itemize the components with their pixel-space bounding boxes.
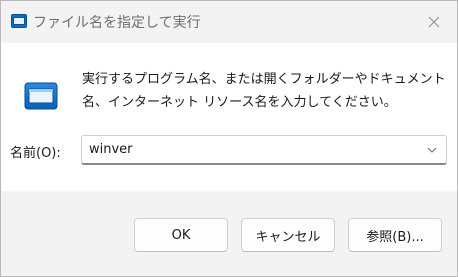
close-icon: [428, 13, 440, 32]
chevron-down-icon[interactable]: [422, 140, 442, 160]
name-input[interactable]: winver: [89, 142, 133, 157]
run-dialog-icon: [11, 13, 27, 28]
browse-button[interactable]: 参照(B)...: [348, 218, 442, 252]
title-bar: ファイル名を指定して実行: [1, 1, 457, 43]
dialog-description: 実行するプログラム名、または開くフォルダーやドキュメント名、インターネット リソ…: [82, 72, 446, 110]
name-combobox[interactable]: winver: [81, 135, 447, 165]
dialog-content: 実行するプログラム名、または開くフォルダーやドキュメント名、インターネット リソ…: [1, 43, 457, 191]
button-bar: OK キャンセル 参照(B)...: [1, 191, 457, 276]
window-title: ファイル名を指定して実行: [33, 15, 201, 31]
run-dialog: ファイル名を指定して実行 実行するプログラム名、または開くフォルダーやドキュメン…: [0, 0, 458, 277]
close-button[interactable]: [411, 1, 457, 43]
run-dialog-icon: [24, 81, 58, 111]
ok-button[interactable]: OK: [134, 218, 228, 252]
name-label: 名前(O):: [10, 146, 61, 161]
cancel-button[interactable]: キャンセル: [241, 218, 335, 252]
